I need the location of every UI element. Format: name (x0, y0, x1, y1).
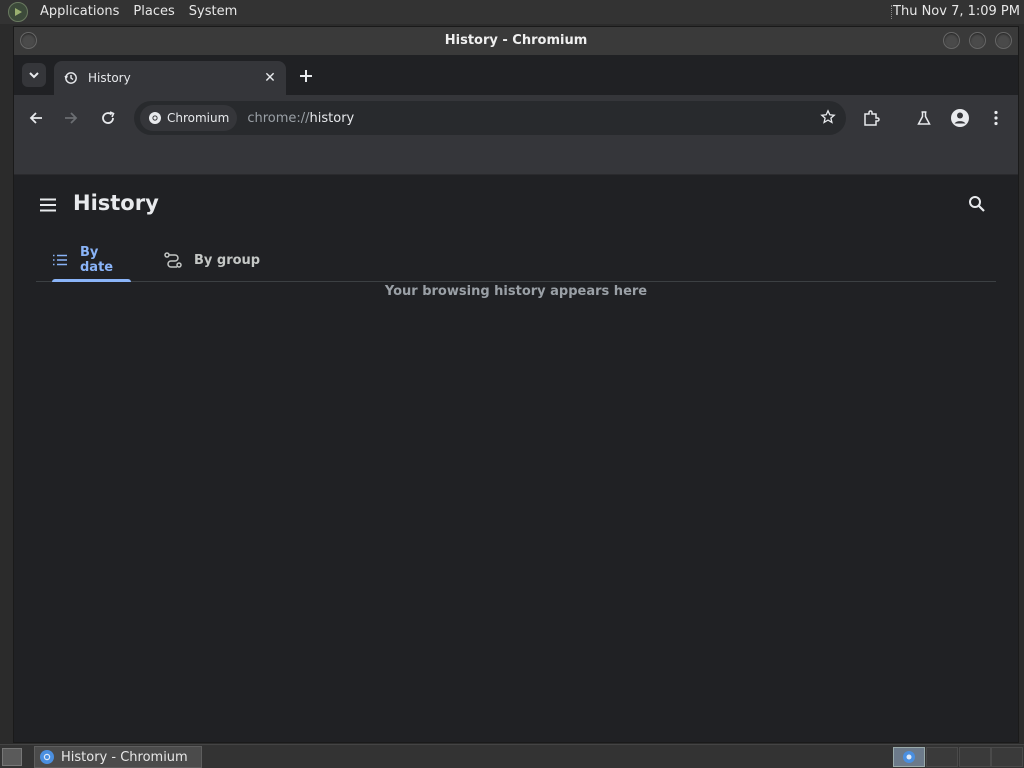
workspace-1[interactable] (893, 747, 925, 767)
hamburger-menu-icon (40, 198, 56, 212)
plus-icon (300, 70, 312, 82)
bottom-taskbar: History - Chromium (0, 744, 1024, 768)
url-scheme: chrome:// (247, 110, 310, 126)
arrow-right-icon (65, 112, 78, 124)
workspace-2[interactable] (926, 747, 958, 767)
history-page: History By date By group Your browsing h… (14, 175, 1018, 742)
extensions-button[interactable] (859, 106, 883, 130)
bookmark-star-button[interactable] (820, 109, 836, 129)
close-window-button[interactable] (995, 32, 1012, 49)
more-vertical-icon (994, 110, 998, 126)
forward-button[interactable] (59, 106, 83, 130)
search-history-button[interactable] (968, 195, 988, 215)
url-text[interactable]: chrome://history (247, 111, 354, 126)
taskbar-window-item[interactable]: History - Chromium (34, 746, 202, 768)
window-title: History - Chromium (444, 33, 588, 48)
tab-title: History (88, 71, 131, 85)
search-icon (969, 196, 985, 212)
empty-history-message: Your browsing history appears here (384, 284, 648, 299)
star-icon (820, 109, 836, 124)
browser-window: History - Chromium History ✕ Chromium ch… (13, 26, 1019, 743)
list-icon (52, 254, 68, 266)
tab-close-icon[interactable]: ✕ (262, 70, 278, 86)
url-path: history (309, 110, 355, 126)
arrow-left-icon (29, 112, 42, 124)
chromium-logo-icon (149, 112, 161, 124)
browser-menu-button[interactable] (984, 106, 1008, 130)
tab-by-date-label: By date (80, 245, 114, 275)
menu-button[interactable] (38, 195, 58, 215)
page-title: History (73, 191, 159, 215)
group-icon (164, 252, 182, 268)
selected-tab-indicator (52, 279, 131, 282)
tab-history[interactable]: History ✕ (54, 61, 286, 95)
reload-icon (102, 111, 115, 124)
top-panel: Applications Places System Thu Nov 7, 1:… (0, 0, 1024, 24)
chromium-logo-icon (39, 749, 55, 765)
taskbar-item-label: History - Chromium (61, 749, 188, 765)
minimize-button[interactable] (943, 32, 960, 49)
flask-icon (917, 111, 931, 125)
panel-menu-bar: Applications Places System (0, 0, 244, 24)
workspace-4[interactable] (991, 747, 1023, 767)
window-titlebar[interactable]: History - Chromium (14, 27, 1018, 55)
chromium-logo-icon (903, 751, 915, 763)
tab-search-button[interactable] (22, 63, 46, 87)
avatar-icon (951, 109, 969, 127)
puzzle-piece-icon (864, 110, 880, 126)
bookmarks-bar (14, 141, 1018, 175)
tab-strip: History ✕ (14, 55, 1018, 95)
profile-button[interactable] (948, 106, 972, 130)
labs-button[interactable] (912, 106, 936, 130)
history-icon (64, 71, 80, 85)
show-desktop-button[interactable] (2, 748, 22, 766)
tab-by-date[interactable]: By date (52, 239, 131, 282)
site-chip-label: Chromium (167, 111, 230, 125)
window-menu-button[interactable] (20, 32, 37, 49)
browser-toolbar: Chromium chrome://history (14, 95, 1018, 141)
chevron-down-icon (29, 72, 39, 79)
panel-clock[interactable]: Thu Nov 7, 1:09 PM (893, 0, 1020, 24)
site-info-chip[interactable]: Chromium (140, 105, 238, 131)
menu-system[interactable]: System (182, 0, 244, 24)
maximize-button[interactable] (969, 32, 986, 49)
page-header: History (14, 175, 1018, 235)
applications-logo-icon[interactable] (8, 2, 28, 22)
tab-by-group-label: By group (194, 252, 261, 268)
workspace-3[interactable] (959, 747, 991, 767)
new-tab-button[interactable] (294, 65, 318, 89)
back-button[interactable] (24, 106, 48, 130)
omnibox[interactable]: Chromium chrome://history (134, 101, 846, 135)
menu-places[interactable]: Places (126, 0, 181, 24)
reload-button[interactable] (96, 106, 120, 130)
history-view-tabs: By date By group (36, 239, 996, 282)
menu-applications[interactable]: Applications (33, 0, 126, 24)
tab-by-group[interactable]: By group (164, 239, 264, 281)
